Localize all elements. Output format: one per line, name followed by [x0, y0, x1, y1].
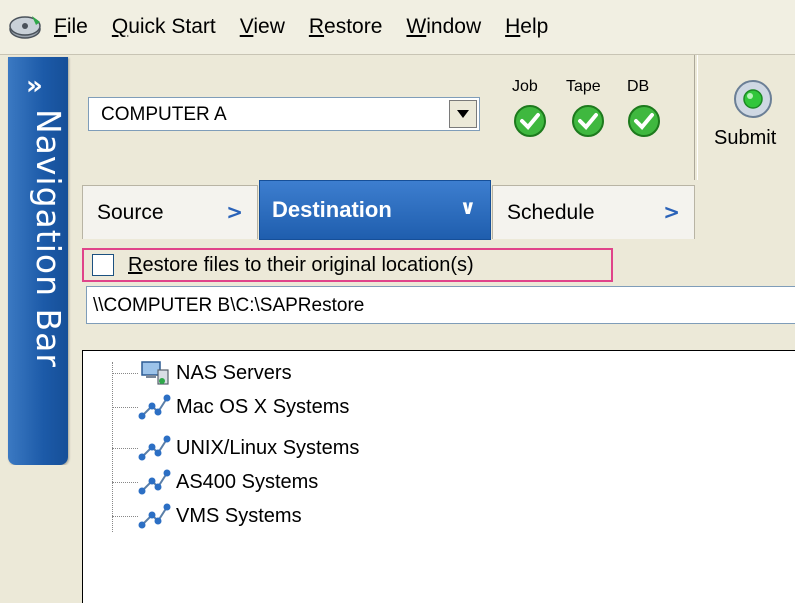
- destination-path-field[interactable]: \\COMPUTER B\C:\SAPRestore: [86, 286, 795, 324]
- network-node-icon: [138, 435, 171, 461]
- job-status-label: Job: [512, 78, 538, 95]
- tab-schedule-label: Schedule: [507, 200, 595, 224]
- chevron-down-icon: [457, 110, 469, 118]
- server-select-value: COMPUTER A: [101, 104, 227, 125]
- restore-original-location-label: Restore files to their original location…: [128, 253, 474, 276]
- tree-item-mac-os-x-systems[interactable]: Mac OS X Systems: [112, 390, 349, 424]
- submit-icon[interactable]: [733, 79, 773, 119]
- chevron-right-icon: >: [226, 200, 243, 224]
- restore-original-location-checkbox[interactable]: [92, 254, 114, 276]
- menu-quick-start[interactable]: Quick Start: [112, 15, 216, 39]
- tree-item-vms-systems[interactable]: VMS Systems: [112, 499, 302, 533]
- destination-path-value: \\COMPUTER B\C:\SAPRestore: [93, 295, 365, 316]
- tree-item-label: Mac OS X Systems: [176, 395, 350, 418]
- menu-file[interactable]: File: [54, 15, 88, 39]
- nas-server-icon: [141, 361, 169, 385]
- tree-item-label: NAS Servers: [176, 361, 292, 384]
- menu-view[interactable]: View: [240, 15, 285, 39]
- navigation-bar-label: Navigation Bar: [29, 109, 68, 368]
- menu-help[interactable]: Help: [505, 15, 548, 39]
- dropdown-button[interactable]: [449, 100, 477, 128]
- left-strip: [0, 465, 72, 603]
- tab-source[interactable]: Source >: [82, 185, 258, 239]
- restore-original-location-option[interactable]: Restore files to their original location…: [82, 248, 613, 282]
- app-icon: [9, 16, 41, 39]
- submit-button[interactable]: Submit: [714, 127, 776, 150]
- tape-ok-icon: [572, 105, 604, 137]
- navigation-bar[interactable]: » Navigation Bar: [8, 57, 68, 465]
- tape-status-label: Tape: [566, 78, 601, 95]
- menu-bar: File Quick Start View Restore Window Hel…: [0, 0, 795, 55]
- job-ok-icon: [514, 105, 546, 137]
- tab-schedule[interactable]: Schedule >: [492, 185, 695, 239]
- network-node-icon: [138, 469, 171, 495]
- toolbar-divider: [694, 55, 698, 180]
- menu-restore[interactable]: Restore: [309, 15, 383, 39]
- expand-chevron-icon[interactable]: »: [26, 71, 43, 101]
- tree-item-label: UNIX/Linux Systems: [176, 436, 360, 459]
- chevron-down-icon: ∨: [459, 195, 476, 219]
- db-status-label: DB: [627, 78, 650, 95]
- tree-item-nas-servers[interactable]: NAS Servers: [112, 356, 292, 390]
- tab-source-label: Source: [97, 200, 164, 224]
- menu-window[interactable]: Window: [406, 15, 481, 39]
- tree-item-label: VMS Systems: [176, 504, 302, 527]
- tab-destination[interactable]: Destination ∨: [259, 180, 491, 240]
- server-select[interactable]: COMPUTER A: [88, 97, 480, 131]
- network-node-icon: [138, 503, 171, 529]
- tree-item-label: AS400 Systems: [176, 470, 319, 493]
- chevron-right-icon: >: [663, 200, 680, 224]
- tab-destination-label: Destination: [272, 197, 392, 222]
- db-ok-icon: [628, 105, 660, 137]
- network-node-icon: [138, 394, 171, 420]
- tree-item-as400-systems[interactable]: AS400 Systems: [112, 465, 318, 499]
- tree-item-unix-linux-systems[interactable]: UNIX/Linux Systems: [112, 431, 359, 465]
